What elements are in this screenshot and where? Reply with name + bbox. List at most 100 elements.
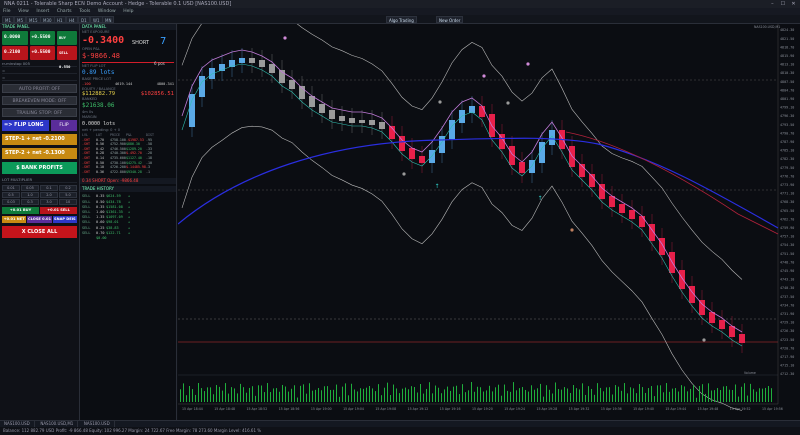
- tf-w1[interactable]: W1: [90, 16, 103, 23]
- toolbar: M1 M5 M15 M30 H1 H4 D1 W1 MN Algo Tradin…: [0, 15, 800, 24]
- volume-bar: [210, 387, 211, 402]
- lot-tile[interactable]: 1.0: [21, 192, 39, 198]
- trade-panel-header: TRADE PANEL: [0, 24, 79, 30]
- add-sell-button[interactable]: +0.01 SELL: [40, 207, 77, 214]
- tf-m30[interactable]: M30: [40, 16, 55, 23]
- volume-bar: [531, 385, 532, 402]
- trade-history-header: TRADE HISTORY: [80, 186, 176, 193]
- time-label: 15 Apr 19:56: [762, 407, 783, 411]
- lot-tile[interactable]: 0.1: [40, 185, 58, 191]
- menu-charts[interactable]: Charts: [54, 8, 75, 15]
- quote-row-sell: 0.2100 +0.5500 SELL 0.550: [2, 46, 77, 69]
- volume-bar: [273, 388, 274, 402]
- volume-bar: [195, 394, 196, 402]
- menu-window[interactable]: Window: [95, 8, 119, 15]
- price-label: 4804.70: [780, 88, 794, 92]
- menu-tools[interactable]: Tools: [76, 8, 93, 15]
- price-label: 4810.30: [780, 71, 794, 75]
- minimize-button[interactable]: –: [768, 0, 777, 8]
- breakeven-button[interactable]: BREAKEVEN MODE: OFF: [2, 96, 77, 105]
- tf-m1[interactable]: M1: [2, 16, 14, 23]
- step-1-button[interactable]: STEP-1 + net -0.2100: [2, 134, 77, 145]
- quote-value-2[interactable]: 0.2100: [2, 46, 28, 60]
- quote-value-1[interactable]: 0.0000: [2, 31, 28, 45]
- lot-tile[interactable]: 10: [59, 199, 77, 205]
- chart-canvas[interactable]: 4824.30 4821.50 4818.70 4815.90 4813.10 4810.…: [178, 24, 800, 420]
- tf-d1[interactable]: D1: [78, 16, 90, 23]
- volume-bar: [267, 383, 268, 402]
- volume-bar: [486, 390, 487, 402]
- volume-bar: [375, 391, 376, 402]
- algo-trading-label: Algo Trading: [389, 18, 414, 23]
- price-label: 4720.70: [780, 346, 794, 350]
- tf-m15[interactable]: M15: [26, 16, 41, 23]
- volume-bar: [735, 384, 736, 402]
- flip-long-button[interactable]: => FLIP LONG: [2, 120, 49, 131]
- tf-m5[interactable]: M5: [14, 16, 26, 23]
- auto-profit-button[interactable]: AUTO PROFIT: OFF: [2, 84, 77, 93]
- candle-body: [239, 58, 245, 63]
- price-label: 4768.30: [780, 200, 794, 204]
- close-all-button[interactable]: X CLOSE ALL: [2, 226, 77, 238]
- lot-tile[interactable]: 2.0: [40, 192, 58, 198]
- buy-button[interactable]: BUY 0.550: [57, 31, 77, 54]
- volume-bar: [612, 394, 613, 402]
- lot-tile[interactable]: 0.05: [21, 185, 39, 191]
- signal-marker: [506, 101, 510, 105]
- add-net-button[interactable]: +0.01 NET: [2, 216, 27, 223]
- quote-change-1[interactable]: +0.5500: [29, 31, 55, 45]
- lot-tile[interactable]: 0.01: [2, 185, 20, 191]
- volume-bar: [675, 388, 676, 402]
- candle-body: [189, 94, 195, 127]
- lot-tile[interactable]: 0.2: [59, 185, 77, 191]
- ladder-row[interactable]: -SHT 0.36 4722.800 $9340.28 -1: [80, 170, 176, 175]
- menu-help[interactable]: Help: [120, 8, 136, 15]
- volume-bar: [639, 384, 640, 402]
- flip-extra-button[interactable]: FLIP: [51, 120, 77, 131]
- close-window-button[interactable]: ✕: [789, 0, 798, 8]
- maximize-button[interactable]: ☐: [778, 0, 787, 8]
- position-count: 7: [160, 36, 167, 47]
- algo-trading-button[interactable]: Algo Trading: [386, 16, 417, 23]
- lot-tile[interactable]: 0.03: [2, 199, 20, 205]
- volume-bar: [660, 385, 661, 402]
- price-chart[interactable]: 4824.30 4821.50 4818.70 4815.90 4813.10 4810.…: [178, 24, 800, 420]
- volume-bar: [189, 385, 190, 402]
- close-partial-button[interactable]: CLOSE 0.01: [27, 216, 52, 223]
- tf-h1[interactable]: H1: [54, 16, 66, 23]
- volume-label: Volume: [744, 371, 756, 375]
- lot-tile[interactable]: 0.5: [2, 192, 20, 198]
- lot-tile[interactable]: 5.0: [59, 192, 77, 198]
- price-label: 4771.10: [780, 192, 794, 196]
- add-buy-button[interactable]: +0.01 BUY: [2, 207, 39, 214]
- volume-bar: [540, 383, 541, 402]
- volume-bar: [225, 383, 226, 402]
- quote-change-2[interactable]: +0.5500: [29, 46, 55, 60]
- candle-body: [199, 76, 205, 97]
- volume-bar: [714, 390, 715, 402]
- bank-profits-button[interactable]: $ BANK PROFITS: [2, 162, 77, 174]
- volume-bar: [684, 386, 685, 402]
- volume-bar: [240, 383, 241, 402]
- new-order-button[interactable]: New Order: [436, 16, 464, 23]
- tf-h4[interactable]: H4: [66, 16, 78, 23]
- volume-bar: [654, 396, 655, 402]
- volume-bar: [564, 387, 565, 402]
- menu-file[interactable]: File: [0, 8, 14, 15]
- flip-row: => FLIP LONG FLIP: [2, 120, 77, 131]
- trailing-stop-button[interactable]: TRAILING STOP: OFF: [2, 108, 77, 117]
- candle-body: [289, 80, 295, 89]
- snap-button[interactable]: SNAP DEIS: [52, 216, 77, 223]
- volume-bar: [312, 390, 313, 402]
- volume-bar: [462, 384, 463, 402]
- volume-bar: [720, 390, 721, 402]
- lot-tile[interactable]: 3.0: [40, 199, 58, 205]
- volume-bar: [360, 388, 361, 402]
- tf-mn[interactable]: MN: [102, 16, 115, 23]
- lot-tile[interactable]: 0.3: [21, 199, 39, 205]
- step-2-button[interactable]: STEP-2 + net -0.1300: [2, 148, 77, 159]
- range-high: 4800.341: [156, 82, 174, 86]
- sell-button[interactable]: SELL 0.550: [57, 46, 77, 69]
- menu-insert[interactable]: Insert: [33, 8, 52, 15]
- menu-view[interactable]: View: [15, 8, 32, 15]
